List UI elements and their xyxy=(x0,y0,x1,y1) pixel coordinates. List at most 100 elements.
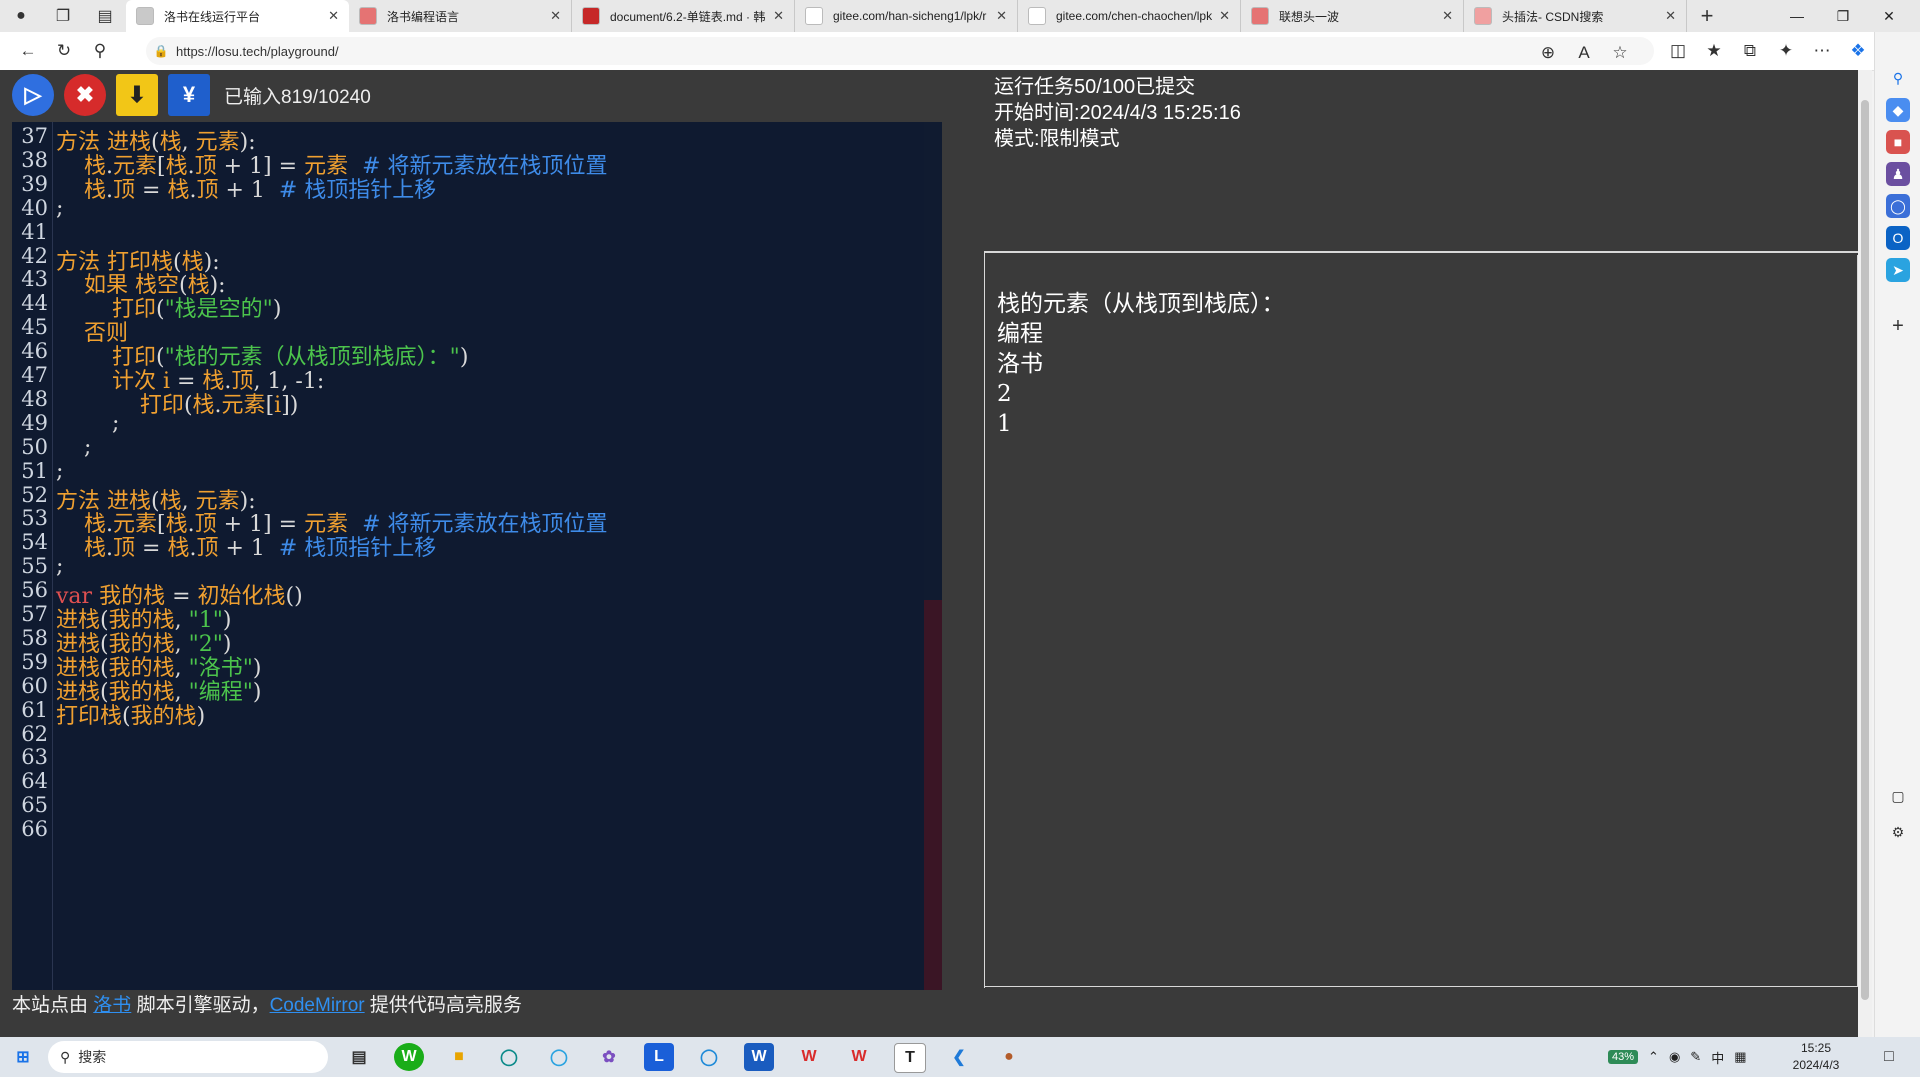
workspaces-icon[interactable]: ❐ xyxy=(42,0,84,32)
code-line[interactable]: 栈.顶 = 栈.顶 + 1 # 栈顶指针上移 xyxy=(56,172,436,204)
code-token: + 1 xyxy=(218,536,279,562)
code-token: 顶 xyxy=(196,177,219,203)
tab-title: 洛书编程语言 xyxy=(387,9,460,24)
split-screen-icon[interactable]: ◫ xyxy=(1660,35,1696,67)
browser-tab[interactable]: 洛书在线运行平台 ✕ xyxy=(126,0,349,32)
browser-tab[interactable]: gitee.com/chen-chaochen/lpk ✕ xyxy=(1018,0,1241,32)
favorites-icon[interactable]: ★ xyxy=(1696,35,1732,67)
browser-tab[interactable]: 头插法- CSDN搜索 ✕ xyxy=(1464,0,1687,32)
vscode-icon[interactable]: ❮ xyxy=(944,1043,974,1071)
show-hidden-icon[interactable]: ⌃ xyxy=(1648,1049,1659,1065)
wechat-icon[interactable]: W xyxy=(394,1043,424,1071)
extensions-icon[interactable]: ✦ xyxy=(1768,35,1804,67)
read-aloud-icon[interactable]: A xyxy=(1566,37,1602,69)
minimize-button[interactable]: — xyxy=(1774,0,1820,32)
download-button[interactable]: ⬇ xyxy=(116,74,158,116)
search-placeholder: 搜索 xyxy=(78,1049,107,1065)
code-line[interactable]: 栈.顶 = 栈.顶 + 1 # 栈顶指针上移 xyxy=(56,530,436,562)
editor-scroll-thumb[interactable] xyxy=(924,600,942,990)
language-button[interactable]: ¥ xyxy=(168,74,210,116)
code-line[interactable]: ; xyxy=(56,459,63,484)
tab-close-icon[interactable]: ✕ xyxy=(1665,8,1676,24)
url-text[interactable]: https://losu.tech/playground/ xyxy=(176,44,339,59)
wps-icon[interactable]: W xyxy=(794,1043,824,1071)
line-number: 55 xyxy=(21,554,48,579)
tab-close-icon[interactable]: ✕ xyxy=(550,8,561,24)
editor-scrollbar[interactable] xyxy=(924,122,942,990)
code-editor[interactable]: 37 38 39 40 41 42 43 44 45 46 47 48 49 50 51 52 53 54 55 56… xyxy=(12,122,942,990)
back-button[interactable]: ← xyxy=(10,35,46,67)
tab-close-icon[interactable]: ✕ xyxy=(773,8,784,24)
tools-icon[interactable]: ◆ xyxy=(1886,98,1910,122)
office-icon[interactable]: ◯ xyxy=(1886,194,1910,218)
games-icon[interactable]: ♟ xyxy=(1886,162,1910,186)
search-icon[interactable]: ⚲ xyxy=(82,35,118,67)
line-number: 44 xyxy=(21,291,48,316)
tab-close-icon[interactable]: ✕ xyxy=(328,8,339,24)
browser-tab[interactable]: 联想头一波 ✕ xyxy=(1241,0,1464,32)
code-line[interactable]: ; xyxy=(56,411,119,436)
page-scroll-thumb[interactable] xyxy=(1861,100,1869,1000)
address-bar[interactable]: 🔒 https://losu.tech/playground/ xyxy=(146,37,1654,65)
telegram-icon[interactable]: ➤ xyxy=(1886,258,1910,282)
settings-gear-icon[interactable]: ⚙ xyxy=(1886,820,1910,844)
favorite-star-icon[interactable]: ☆ xyxy=(1602,37,1638,69)
clock[interactable]: 15:25 2024/4/3 xyxy=(1780,1040,1852,1074)
collections-icon[interactable]: ⧉ xyxy=(1732,35,1768,67)
tab-close-icon[interactable]: ✕ xyxy=(1219,8,1230,24)
codemirror-link[interactable]: CodeMirror xyxy=(270,995,365,1016)
line-number: 56 xyxy=(21,578,48,603)
browser-tab[interactable]: gitee.com/han-sicheng1/lpk/r ✕ xyxy=(795,0,1018,32)
refresh-button[interactable]: ↻ xyxy=(46,35,82,67)
new-tab-button[interactable]: + xyxy=(1687,0,1727,32)
edge-dev-icon[interactable]: ◯ xyxy=(494,1043,524,1071)
browser-tab[interactable]: 洛书编程语言 ✕ xyxy=(349,0,572,32)
word-icon[interactable]: W xyxy=(744,1043,774,1071)
tab-close-icon[interactable]: ✕ xyxy=(1442,8,1453,24)
code-line[interactable]: ; xyxy=(56,554,63,579)
ime-indicator[interactable]: 中 xyxy=(1711,1048,1724,1067)
edge-beta-icon[interactable]: ◯ xyxy=(544,1043,574,1071)
notification-icon[interactable]: □ xyxy=(1874,1043,1904,1071)
pen-icon[interactable]: ✎ xyxy=(1690,1049,1701,1065)
lenovo-icon[interactable]: L xyxy=(644,1043,674,1071)
run-button[interactable]: ▷ xyxy=(12,74,54,116)
tab-favicon-icon xyxy=(805,7,823,25)
outlook-icon[interactable]: O xyxy=(1886,226,1910,250)
search-icon[interactable]: ⚲ xyxy=(1886,66,1910,90)
browser-tab[interactable]: document/6.2-单链表.md · 韩 ✕ xyxy=(572,0,795,32)
stop-button[interactable]: ✖ xyxy=(64,74,106,116)
lock-icon[interactable]: 🔒 xyxy=(146,44,176,58)
app-icon[interactable]: ✿ xyxy=(594,1043,624,1071)
copilot-icon[interactable]: ❖ xyxy=(1840,35,1876,67)
keyboard-icon[interactable]: ▦ xyxy=(1734,1049,1746,1065)
more-menu-icon[interactable]: ⋯ xyxy=(1804,35,1840,67)
profile-icon[interactable]: ● xyxy=(0,0,42,32)
restore-button[interactable]: ❐ xyxy=(1820,0,1866,32)
wps-office-icon[interactable]: W xyxy=(844,1043,874,1071)
task-view-icon[interactable]: ▤ xyxy=(344,1043,374,1071)
code-token: . xyxy=(106,536,113,562)
profile-app-icon[interactable]: ● xyxy=(994,1043,1024,1071)
close-window-button[interactable]: ✕ xyxy=(1866,0,1912,32)
vertical-tabs-icon[interactable]: ▤ xyxy=(84,0,126,32)
code-line[interactable]: ; xyxy=(56,435,91,460)
shopping-icon[interactable]: ■ xyxy=(1886,130,1910,154)
add-icon[interactable]: + xyxy=(1886,314,1910,338)
line-number: 38 xyxy=(21,147,48,172)
qq-icon[interactable]: ◉ xyxy=(1669,1049,1680,1065)
output-line: 2 xyxy=(997,381,1012,407)
battery-indicator[interactable]: 43% xyxy=(1608,1050,1639,1064)
edge-icon[interactable]: ◯ xyxy=(694,1043,724,1071)
code-line[interactable]: ; xyxy=(56,196,63,221)
file-explorer-icon[interactable]: ■ xyxy=(444,1043,474,1071)
page-scrollbar[interactable] xyxy=(1858,70,1872,1037)
tab-close-icon[interactable]: ✕ xyxy=(996,8,1007,24)
screenshot-icon[interactable]: ▢ xyxy=(1886,784,1910,808)
typora-icon[interactable]: T xyxy=(894,1043,926,1073)
losu-link[interactable]: 洛书 xyxy=(93,995,131,1016)
taskbar-search[interactable]: ⚲ 搜索 xyxy=(48,1041,328,1073)
zoom-icon[interactable]: ⊕ xyxy=(1530,37,1566,69)
start-windows-icon[interactable]: ⊞ xyxy=(8,1043,38,1071)
code-line[interactable]: 打印栈(我的栈) xyxy=(56,698,205,730)
